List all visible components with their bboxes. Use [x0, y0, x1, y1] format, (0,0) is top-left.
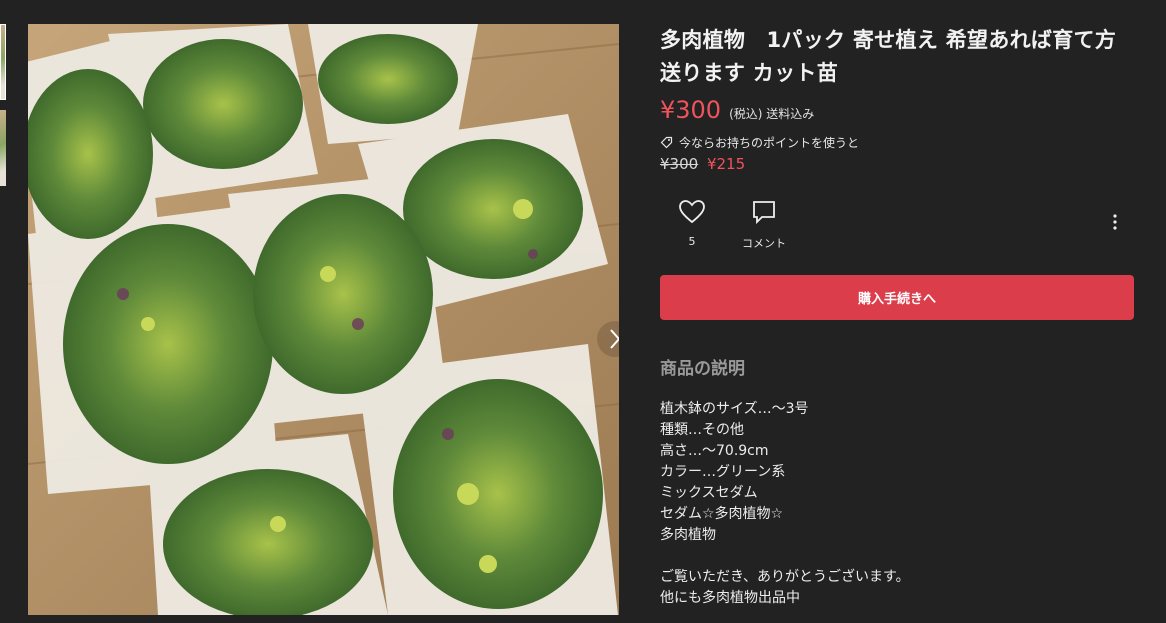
thumbnail-strip	[0, 24, 6, 196]
description-line: ご覧いただき、ありがとうございます。	[660, 569, 910, 585]
discount-row: ¥300 ¥215	[660, 155, 1134, 173]
points-note-row: 今ならお持ちのポイントを使うと	[660, 134, 1134, 151]
action-bar: 5 コメント	[660, 199, 1134, 259]
thumbnail-1[interactable]	[0, 24, 6, 100]
purchase-button[interactable]: 購入手続きへ	[660, 275, 1134, 320]
product-title: 多肉植物 1パック 寄せ植え 希望あれば育て方送ります カット苗	[660, 28, 1117, 85]
like-button[interactable]: 5	[678, 199, 706, 248]
description-line: セダム☆多肉植物☆	[660, 506, 784, 522]
old-price: ¥300	[660, 155, 699, 173]
like-count: 5	[688, 235, 696, 248]
product-photo	[28, 24, 619, 615]
speech-bubble-icon	[753, 201, 775, 225]
more-vertical-icon	[1113, 214, 1117, 230]
comment-label: コメント	[742, 237, 786, 250]
description-heading: 商品の説明	[660, 359, 745, 379]
description-line: カラー…グリーン系	[660, 464, 786, 480]
tax-note: (税込) 送料込み	[729, 107, 815, 121]
chevron-right-icon	[610, 329, 619, 349]
tag-icon	[660, 136, 673, 149]
more-options-button[interactable]	[1110, 213, 1120, 235]
description-line: 種類…その他	[660, 422, 744, 438]
description-body: 植木鉢のサイズ…～3号 種類…その他 高さ…～70.9cm カラー…グリーン系 …	[660, 399, 1134, 609]
description-line: 多肉植物	[660, 527, 716, 543]
heart-icon	[679, 200, 705, 224]
succulent-photo-illustration	[28, 24, 619, 615]
description-line: 高さ…～70.9cm	[660, 443, 769, 459]
price: ¥300	[660, 96, 722, 124]
discount-price: ¥215	[706, 155, 746, 173]
comment-button[interactable]: コメント	[740, 199, 788, 251]
description-line: 植木鉢のサイズ…～3号	[660, 401, 809, 417]
description-line: 他にも多肉植物出品中	[660, 590, 800, 606]
price-row: ¥300 (税込) 送料込み	[660, 96, 1134, 124]
description-line: ミックスセダム	[660, 485, 758, 501]
points-note: 今ならお持ちのポイントを使うと	[679, 136, 860, 150]
product-info: 多肉植物 1パック 寄せ植え 希望あれば育て方送ります カット苗 ¥300 (税…	[660, 24, 1134, 609]
thumbnail-2[interactable]	[0, 110, 6, 186]
